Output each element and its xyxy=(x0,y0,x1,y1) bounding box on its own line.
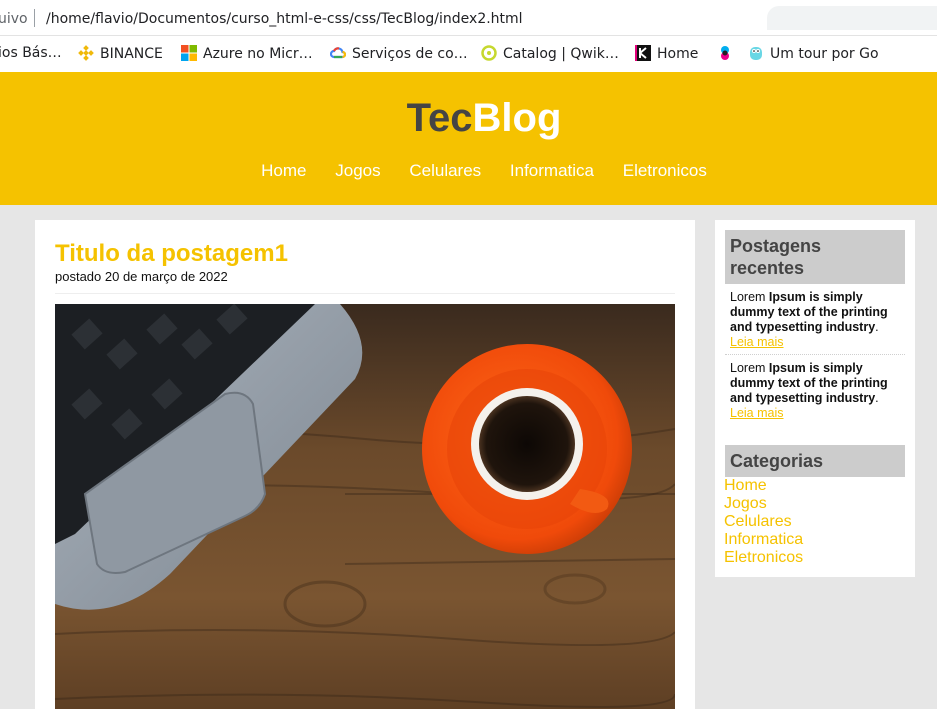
post-title[interactable]: Titulo da postagem1 xyxy=(55,240,288,268)
recent-post-punct: . xyxy=(875,320,879,334)
omnibox-edge xyxy=(767,6,937,30)
categories-list: Home Jogos Celulares Informatica Eletron… xyxy=(724,477,803,567)
bookmark-label: Um tour por Go xyxy=(770,46,879,62)
k-icon xyxy=(635,45,651,61)
category-link-home[interactable]: Home xyxy=(724,477,803,495)
qwiklabs-icon xyxy=(481,45,497,61)
recent-divider xyxy=(725,354,905,355)
google-cloud-icon xyxy=(329,45,347,61)
bookmark-item[interactable]: Catalog | Qwik… xyxy=(481,45,619,62)
bookmarks-bar: ios Bás… BINANCE Azure no Micr… Serviços… xyxy=(0,36,937,72)
post-divider xyxy=(55,293,675,294)
bookmark-item[interactable]: Azure no Micr… xyxy=(181,45,313,62)
read-more-link[interactable]: Leia mais xyxy=(730,406,900,421)
bookmark-label: Catalog | Qwik… xyxy=(503,46,619,62)
nav-item-home[interactable]: Home xyxy=(261,161,306,180)
bookmark-label: ios Bás… xyxy=(0,45,62,61)
binance-icon xyxy=(78,45,94,61)
post-card: Titulo da postagem1 postado 20 de março … xyxy=(35,220,695,709)
post-date: postado 20 de março de 2022 xyxy=(55,269,228,284)
recent-post-text: Lorem xyxy=(730,290,769,304)
bookmark-item[interactable]: Serviços de co… xyxy=(329,45,468,62)
recent-post-punct: . xyxy=(875,391,879,405)
bookmark-item[interactable]: BINANCE xyxy=(78,45,163,62)
gopher-icon xyxy=(748,45,764,61)
url-separator xyxy=(34,9,35,27)
site-header: TecBlog Home Jogos Celulares Informatica… xyxy=(0,72,937,205)
categories-heading: Categorias xyxy=(725,445,905,477)
microsoft-icon xyxy=(181,45,197,61)
bookmark-label: Serviços de co… xyxy=(352,46,468,62)
read-more-link[interactable]: Leia mais xyxy=(730,335,900,350)
logo-dark-text: Tec xyxy=(406,96,473,140)
bookmark-label: Home xyxy=(657,46,699,62)
color-dots-icon xyxy=(717,45,733,61)
bookmark-item[interactable]: Home xyxy=(635,45,698,62)
category-link-informatica[interactable]: Informatica xyxy=(724,531,803,549)
nav-item-eletronicos[interactable]: Eletronicos xyxy=(623,161,707,180)
bookmark-item[interactable] xyxy=(717,45,739,62)
recent-post-item: Lorem Ipsum is simply dummy text of the … xyxy=(725,290,905,350)
category-link-celulares[interactable]: Celulares xyxy=(724,513,803,531)
nav-item-jogos[interactable]: Jogos xyxy=(335,161,380,180)
browser-url-bar[interactable]: uivo /home/flavio/Documentos/curso_html-… xyxy=(0,0,937,36)
bookmark-label: BINANCE xyxy=(100,46,163,62)
bookmark-label: Azure no Micr… xyxy=(203,46,313,62)
recent-post-text: Lorem xyxy=(730,361,769,375)
recent-posts-heading: Postagens recentes xyxy=(725,230,905,284)
site-logo[interactable]: TecBlog xyxy=(0,96,937,141)
category-link-jogos[interactable]: Jogos xyxy=(724,495,803,513)
url-scheme-label: uivo xyxy=(0,11,28,27)
bookmark-item[interactable]: Um tour por Go xyxy=(748,45,879,62)
main-nav: Home Jogos Celulares Informatica Eletron… xyxy=(0,161,937,181)
nav-item-informatica[interactable]: Informatica xyxy=(510,161,594,180)
recent-post-item: Lorem Ipsum is simply dummy text of the … xyxy=(725,361,905,421)
nav-item-celulares[interactable]: Celulares xyxy=(409,161,481,180)
url-text[interactable]: /home/flavio/Documentos/curso_html-e-css… xyxy=(46,11,523,27)
category-link-eletronicos[interactable]: Eletronicos xyxy=(724,549,803,567)
post-image xyxy=(55,304,675,709)
sidebar: Postagens recentes Lorem Ipsum is simply… xyxy=(715,220,915,577)
logo-light-text: Blog xyxy=(472,96,562,140)
bookmark-item[interactable]: ios Bás… xyxy=(0,45,62,61)
